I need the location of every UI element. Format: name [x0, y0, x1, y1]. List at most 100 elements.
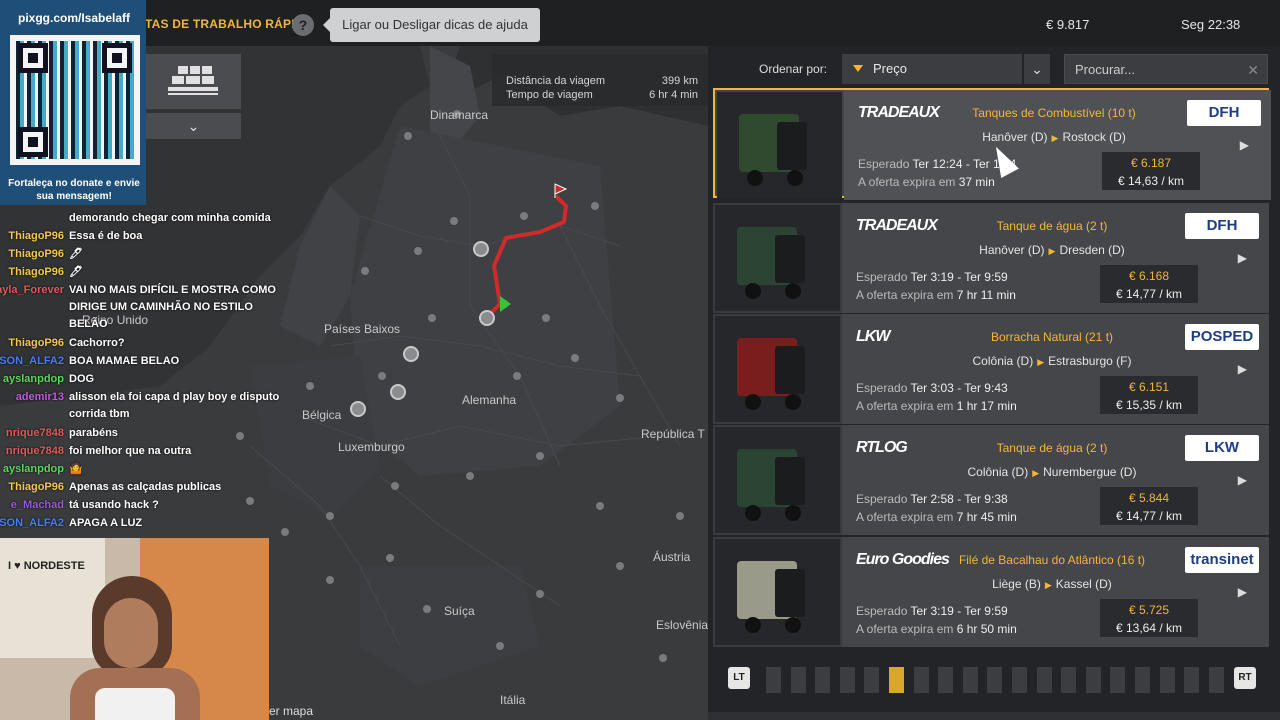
- chat-username: ayla_Forever: [0, 284, 64, 296]
- job-offer[interactable]: LKW Borracha Natural (21 t) POSPED Colônia …: [713, 314, 1269, 424]
- job-offer[interactable]: Euro Goodies Filé de Bacalhau do Atlântic…: [713, 537, 1269, 647]
- cargo-name: Tanque de água (2 t): [996, 441, 1108, 455]
- job-details: TRADEAUX Tanque de água (2 t) DFH Hanôver (…: [842, 203, 1269, 313]
- expires-time: 6 hr 50 min: [956, 622, 1017, 636]
- chat-username: ThiagoP96: [8, 481, 64, 493]
- bottom-strip: [708, 712, 1280, 720]
- job-route: Hanôver (D) ▶ Dresden (D): [952, 243, 1152, 257]
- expires-time: 7 hr 11 min: [956, 288, 1016, 302]
- truck-list-icon: [168, 66, 218, 95]
- search-input[interactable]: Procurar... ✕: [1064, 54, 1268, 84]
- rt-button[interactable]: RT: [1234, 667, 1256, 689]
- route-from: Hanôver (D): [979, 243, 1045, 257]
- arrow-right-icon[interactable]: ▶: [1238, 362, 1247, 376]
- chat-text: parabéns: [69, 427, 118, 439]
- client-logo: DFH: [1185, 213, 1259, 239]
- chat-text: VAI NO MAIS DIFÍCIL E MOSTRA COMO DIRIGE…: [69, 284, 276, 330]
- job-offer[interactable]: RTLOG Tanque de água (2 t) LKW Colônia (D) ▶…: [713, 425, 1269, 535]
- route-from: Colônia (D): [967, 465, 1029, 479]
- map-label-luxembourg: Luxemburgo: [338, 440, 405, 454]
- map-label-denmark: Dinamarca: [430, 108, 489, 122]
- expected-label: Esperado: [856, 604, 908, 618]
- timeline-cell[interactable]: [1110, 667, 1126, 693]
- timeline-cell[interactable]: [1184, 667, 1200, 693]
- cam-banner: I ♥ NORDESTE: [8, 560, 85, 572]
- route-from: Liège (B): [992, 577, 1041, 591]
- close-icon[interactable]: ✕: [1247, 55, 1259, 85]
- arrow-right-icon[interactable]: ▶: [1238, 585, 1247, 599]
- timeline-cell[interactable]: [1036, 667, 1052, 693]
- timeline-cell[interactable]: [864, 667, 880, 693]
- map-layers-button[interactable]: [146, 54, 241, 109]
- chat-message: ThiagoP96 Apenas as calçadas publicas: [0, 479, 290, 497]
- job-price: € 6.151: [1128, 380, 1170, 394]
- job-expiry: A oferta expira em 6 hr 50 min: [856, 622, 1017, 636]
- timeline-cell[interactable]: [1012, 667, 1027, 693]
- trip-info: Distância da viagem 399 km Tempo de viag…: [492, 54, 708, 106]
- timeline-cell[interactable]: [839, 667, 855, 693]
- price-box: € 6.168 € 14,77 / km: [1100, 265, 1198, 303]
- arrow-right-icon: ▶: [1037, 357, 1045, 367]
- arrow-right-icon[interactable]: ▶: [1240, 138, 1249, 152]
- chat-text: Essa é de boa: [69, 230, 143, 242]
- trip-distance-label: Distância da viagem: [506, 75, 606, 87]
- truck-thumbnail: [715, 539, 840, 645]
- cargo-name: Tanque de água (2 t): [996, 219, 1108, 233]
- timeline-cell[interactable]: [987, 667, 1003, 693]
- chat-username: ayslanpdop: [2, 463, 64, 475]
- timeline-cell[interactable]: [938, 667, 954, 693]
- timeline-cell[interactable]: [1135, 667, 1150, 693]
- job-route: Hanôver (D) ▶ Rostock (D): [954, 130, 1154, 144]
- donation-message: Fortaleça no donate e envie sua mensagem…: [8, 178, 140, 202]
- job-route: Liège (B) ▶ Kassel (D): [952, 577, 1152, 591]
- price-box: € 5.844 € 14,77 / km: [1100, 487, 1198, 525]
- chevron-down-icon[interactable]: ⌄: [1024, 54, 1050, 84]
- expires-time: 7 hr 45 min: [956, 510, 1017, 524]
- chat-text: Cachorro?: [69, 337, 125, 349]
- sort-label: Ordenar por:: [759, 62, 828, 76]
- chat-username: ISSON_ALFA2: [0, 355, 64, 367]
- timeline-cell[interactable]: [766, 667, 781, 693]
- timeline-cell[interactable]: [1208, 667, 1224, 693]
- job-route: Colônia (D) ▶ Nurembergue (D): [952, 465, 1152, 479]
- company-logo: TRADEAUX: [856, 217, 938, 234]
- chat-username: nrique7848: [5, 445, 64, 457]
- page-title: TAS DE TRABALHO RÁPIDO: [145, 17, 314, 31]
- chat-username: e_Machad: [10, 499, 64, 511]
- timeline-cell[interactable]: [1085, 667, 1101, 693]
- client-logo: DFH: [1187, 100, 1261, 126]
- timeline-cell[interactable]: [1061, 667, 1077, 693]
- timeline-cell[interactable]: [1159, 667, 1175, 693]
- sort-select[interactable]: Preço: [842, 54, 1022, 84]
- map-label-czech: República T: [641, 427, 705, 441]
- timeline-cell[interactable]: [815, 667, 831, 693]
- donation-url: pixgg.com/Isabelaff: [18, 11, 131, 25]
- lt-button[interactable]: LT: [728, 667, 750, 689]
- company-logo: TRADEAUX: [858, 104, 940, 121]
- job-offer[interactable]: TRADEAUX Tanques de Combustível (10 t) DFH…: [713, 88, 1271, 200]
- timeline-cell[interactable]: [962, 667, 978, 693]
- chat-message: ademir13 alisson ela foi capa d play boy …: [0, 389, 290, 425]
- timeline-cell[interactable]: [790, 667, 806, 693]
- arrow-right-icon[interactable]: ▶: [1238, 251, 1247, 265]
- cargo-name: Borracha Natural (21 t): [990, 330, 1114, 344]
- chat-message: ayla_Forever VAI NO MAIS DIFÍCIL E MOSTRA…: [0, 282, 290, 335]
- job-expected: Esperado Ter 3:03 - Ter 9:43: [856, 381, 1008, 395]
- route-to: Rostock (D): [1062, 130, 1126, 144]
- trip-time: 6 hr 4 min: [649, 89, 698, 101]
- route-to: Kassel (D): [1055, 577, 1112, 591]
- timeline-cell[interactable]: [913, 667, 929, 693]
- job-offer[interactable]: TRADEAUX Tanque de água (2 t) DFH Hanôver (…: [713, 203, 1269, 313]
- price-box: € 5.725 € 13,64 / km: [1100, 599, 1198, 637]
- map-label-belgium: Bélgica: [302, 408, 342, 422]
- map-footer[interactable]: er mapa: [269, 704, 313, 718]
- timeline-cell[interactable]: [889, 667, 904, 693]
- job-price-per-km: € 13,64 / km: [1115, 621, 1183, 635]
- chat-text: 🤷: [69, 463, 83, 475]
- arrow-right-icon[interactable]: ▶: [1238, 473, 1247, 487]
- chat-text: tá usando hack ?: [69, 499, 159, 511]
- expires-time: 1 hr 17 min: [956, 399, 1017, 413]
- job-price: € 5.725: [1128, 603, 1170, 617]
- help-icon[interactable]: ?: [292, 14, 314, 36]
- chevron-down-icon[interactable]: ⌄: [146, 113, 241, 139]
